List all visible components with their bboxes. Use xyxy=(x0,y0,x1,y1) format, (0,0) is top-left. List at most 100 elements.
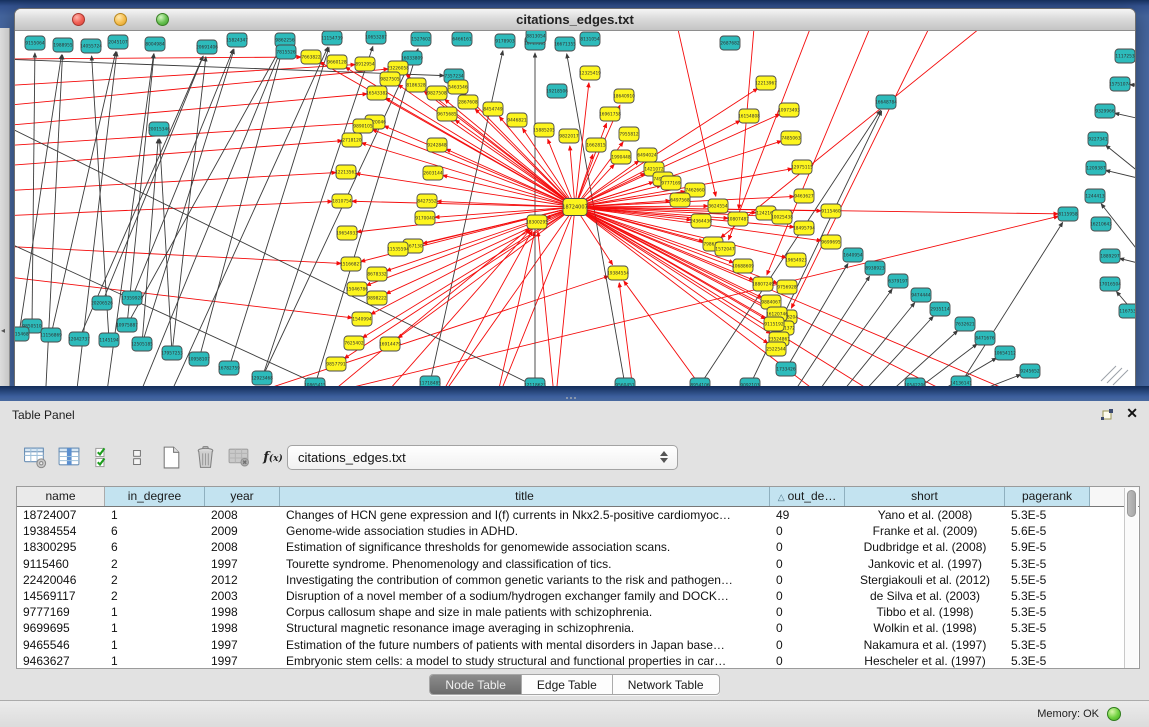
network-node[interactable]: 6466161 xyxy=(452,32,472,46)
network-node[interactable]: 12505185 xyxy=(131,337,153,351)
network-node[interactable]: 9242848 xyxy=(427,138,447,152)
table-cell-title[interactable]: Disruption of a novel member of a sodium… xyxy=(280,588,770,604)
network-node[interactable]: 10975887 xyxy=(116,318,138,332)
table-cell-title[interactable]: Embryonic stem cells: a model to study s… xyxy=(280,653,770,669)
table-cell-year[interactable]: 1998 xyxy=(205,604,280,620)
table-cell-pagerank[interactable]: 5.3E-5 xyxy=(1005,507,1090,523)
network-node[interactable]: 9898222 xyxy=(367,291,387,305)
network-node[interactable]: 12923468 xyxy=(251,371,273,385)
network-node[interactable]: 9822017 xyxy=(559,129,579,143)
table-cell-year[interactable]: 2012 xyxy=(205,572,280,588)
network-edge[interactable] xyxy=(135,49,281,386)
network-edge[interactable] xyxy=(808,289,892,386)
table-cell-short[interactable]: Nakamura et al. (1997) xyxy=(845,637,1005,653)
table-cell-out_degree[interactable]: 0 xyxy=(770,539,845,555)
column-header-pagerank[interactable]: pagerank xyxy=(1005,487,1090,506)
table-cell-short[interactable]: Hescheler et al. (1997) xyxy=(845,653,1005,669)
table-cell-short[interactable]: Franke et al. (2009) xyxy=(845,523,1005,539)
network-edge[interactable] xyxy=(15,123,575,386)
network-edge[interactable] xyxy=(15,57,301,59)
network-node[interactable]: 15824347 xyxy=(226,33,248,47)
network-edge[interactable] xyxy=(1106,170,1135,181)
network-node[interactable]: 1572047 xyxy=(715,242,735,256)
table-selector-dropdown[interactable]: citations_edges.txt xyxy=(287,445,678,470)
table-cell-year[interactable]: 1998 xyxy=(205,620,280,636)
network-node[interactable]: 8427552 xyxy=(417,194,437,208)
tab-edge-table[interactable]: Edge Table xyxy=(522,675,613,694)
table-cell-name[interactable]: 9115460 xyxy=(17,556,105,572)
close-icon[interactable]: ✕ xyxy=(1126,405,1138,422)
table-cell-pagerank[interactable]: 5.3E-5 xyxy=(1005,556,1090,572)
network-node[interactable]: 9560451 xyxy=(615,378,635,386)
network-node[interactable]: 10542206 xyxy=(904,378,926,386)
table-cell-short[interactable]: Stergiakouli et al. (2012) xyxy=(845,572,1005,588)
network-edge[interactable] xyxy=(619,283,635,386)
network-node[interactable]: 11718485 xyxy=(419,376,441,386)
network-node[interactable]: 15166827 xyxy=(340,257,362,271)
network-node[interactable]: 9463627 xyxy=(794,189,814,203)
table-cell-title[interactable]: Estimation of significance thresholds fo… xyxy=(280,539,770,555)
network-node[interactable]: 7663822 xyxy=(301,50,321,64)
network-node[interactable]: 6497568 xyxy=(670,193,690,207)
table-cell-pagerank[interactable]: 5.9E-5 xyxy=(1005,539,1090,555)
network-node[interactable]: 3624554 xyxy=(708,199,728,213)
table-cell-name[interactable]: 18300295 xyxy=(17,539,105,555)
table-row[interactable]: 2242004622012Investigating the contribut… xyxy=(17,572,1139,588)
network-node[interactable]: 9155064 xyxy=(25,36,45,50)
network-node[interactable]: 1209387 xyxy=(1086,161,1106,175)
table-cell-year[interactable]: 2008 xyxy=(205,507,280,523)
network-node[interactable]: 2522544 xyxy=(766,342,786,356)
network-edge[interactable] xyxy=(675,31,716,196)
table-cell-name[interactable]: 9699695 xyxy=(17,620,105,636)
table-cell-short[interactable]: de Silva et al. (2003) xyxy=(845,588,1005,604)
delete-rows-trash-icon[interactable] xyxy=(190,443,220,471)
table-row[interactable]: 946362711997Embryonic stem cells: a mode… xyxy=(17,653,1139,669)
network-node[interactable]: 1889297 xyxy=(1100,249,1120,263)
network-node[interactable]: 8454749 xyxy=(483,102,503,116)
table-cell-pagerank[interactable]: 5.3E-5 xyxy=(1005,620,1090,636)
table-cell-pagerank[interactable]: 5.5E-5 xyxy=(1005,572,1090,588)
network-node[interactable]: 9857791 xyxy=(326,357,346,371)
table-cell-in_degree[interactable]: 2 xyxy=(105,556,205,572)
network-node[interactable]: 9329966 xyxy=(1095,104,1115,118)
column-header-in_degree[interactable]: in_degree xyxy=(105,487,205,506)
network-node[interactable]: 1540994 xyxy=(352,312,372,326)
network-node[interactable]: 9245652 xyxy=(1020,364,1040,378)
network-edge[interactable] xyxy=(15,69,388,106)
network-node[interactable]: 8938923 xyxy=(865,261,885,275)
rows-icon[interactable] xyxy=(122,443,152,471)
network-node[interactable]: 11156869 xyxy=(40,328,62,342)
table-cell-year[interactable]: 2008 xyxy=(205,539,280,555)
function-builder-icon[interactable]: f(x) xyxy=(258,443,288,471)
network-edge[interactable] xyxy=(495,232,535,386)
table-cell-in_degree[interactable]: 1 xyxy=(105,620,205,636)
column-header-out_degree[interactable]: △out_de… xyxy=(770,487,845,506)
network-node[interactable]: 12325419 xyxy=(579,66,601,80)
table-row[interactable]: 1456911722003Disruption of a novel membe… xyxy=(17,588,1139,604)
network-node[interactable]: 20206526 xyxy=(91,296,113,310)
network-node[interactable]: 9660128 xyxy=(327,55,347,69)
table-cell-short[interactable]: Jankovic et al. (1997) xyxy=(845,556,1005,572)
network-edge[interactable] xyxy=(1115,113,1135,121)
network-node[interactable]: 9115192 xyxy=(764,317,784,331)
network-edge[interactable] xyxy=(102,56,203,303)
tab-network-table[interactable]: Network Table xyxy=(613,675,719,694)
network-node[interactable]: 9115460 xyxy=(821,204,841,218)
table-settings-icon[interactable] xyxy=(20,443,50,471)
table-row[interactable]: 1938455462009Genome-wide association stu… xyxy=(17,523,1139,539)
column-header-name[interactable]: name xyxy=(17,487,105,506)
table-cell-year[interactable]: 1997 xyxy=(205,653,280,669)
network-edge[interactable] xyxy=(15,65,355,86)
network-node[interactable]: 2867608 xyxy=(458,95,478,109)
network-node[interactable]: 17359928 xyxy=(121,291,143,305)
network-node[interactable]: 17016504 xyxy=(1099,277,1121,291)
table-cell-out_degree[interactable]: 0 xyxy=(770,523,845,539)
table-cell-name[interactable]: 9465546 xyxy=(17,637,105,653)
table-cell-year[interactable]: 2003 xyxy=(205,588,280,604)
network-node[interactable]: 24364436 xyxy=(690,214,712,228)
network-node[interactable]: 7485063 xyxy=(781,131,801,145)
network-node[interactable]: 1117253 xyxy=(1115,49,1135,63)
network-edge[interactable] xyxy=(262,46,373,378)
network-node[interactable]: 15751074 xyxy=(1109,77,1131,91)
network-node[interactable]: 18807249 xyxy=(752,277,774,291)
